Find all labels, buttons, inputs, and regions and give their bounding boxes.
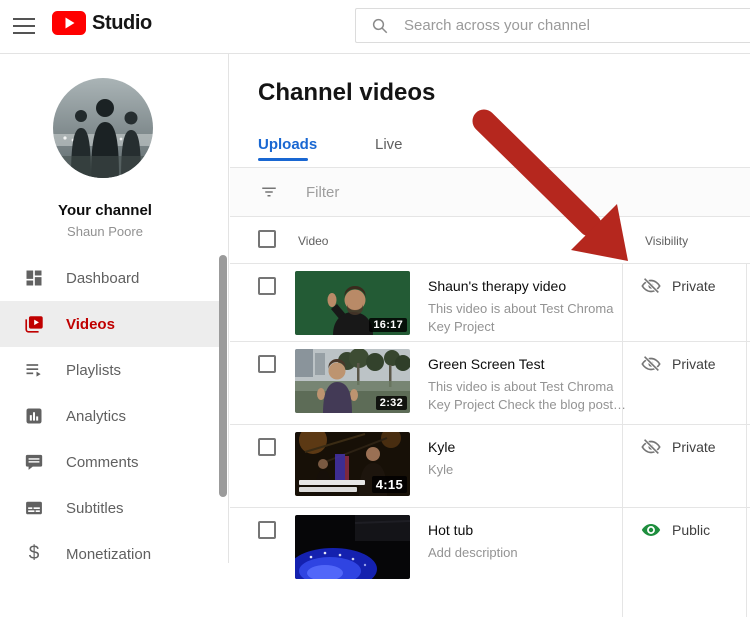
video-title[interactable]: Green Screen Test: [428, 356, 628, 372]
dashboard-icon: [22, 266, 46, 290]
comments-icon: [22, 450, 46, 474]
active-tab-underline: [258, 158, 308, 161]
column-header-visibility: Visibility: [645, 234, 689, 248]
sidebar-item-label: Playlists: [66, 361, 122, 379]
table-row: 16:17 Shaun's therapy video This video i…: [230, 263, 750, 341]
page-title: Channel videos: [258, 79, 436, 106]
main-content: Channel videos Uploads Live Video Visibi…: [230, 54, 750, 617]
eye-off-icon: [641, 437, 661, 456]
tab-uploads[interactable]: Uploads: [258, 136, 317, 153]
sidebar-item-analytics[interactable]: Analytics: [0, 393, 219, 439]
video-thumbnail-outdoors[interactable]: 2:32: [295, 349, 410, 413]
visibility-cell[interactable]: Private: [640, 436, 716, 458]
row-checkbox[interactable]: [258, 355, 276, 373]
sidebar-item-label: Subtitles: [66, 499, 124, 517]
video-title[interactable]: Hot tub: [428, 522, 628, 538]
filter-bar: [230, 168, 750, 216]
table-row: Hot tub Add description Public: [230, 507, 750, 617]
tab-live[interactable]: Live: [375, 136, 403, 153]
eye-off-icon: [641, 354, 661, 373]
row-checkbox[interactable]: [258, 521, 276, 539]
column-header-video: Video: [298, 234, 329, 248]
sidebar-item-playlists[interactable]: Playlists: [0, 347, 219, 393]
video-thumbnail-green-screen[interactable]: 16:17: [295, 271, 410, 335]
video-description: This video is about Test Chroma Key Proj…: [428, 379, 626, 412]
avatar-photo: [53, 78, 153, 178]
search-box[interactable]: [355, 8, 750, 43]
sidebar-item-comments[interactable]: Comments: [0, 439, 219, 485]
table-row: 2:32 Green Screen Test This video is abo…: [230, 341, 750, 424]
sidebar-item-label: Videos: [66, 315, 115, 333]
filter-icon[interactable]: [260, 183, 278, 201]
duration-badge: 2:32: [375, 396, 407, 410]
youtube-studio-logo[interactable]: Studio: [52, 11, 152, 35]
sidebar-item-label: Analytics: [66, 407, 127, 425]
row-checkbox[interactable]: [258, 438, 276, 456]
video-thumbnail-hot-tub[interactable]: [295, 515, 410, 579]
visibility-label: Private: [672, 439, 716, 455]
eye-off-icon: [641, 276, 661, 295]
filter-input[interactable]: [306, 183, 606, 201]
eye-public-icon: [641, 524, 661, 536]
search-icon: [372, 18, 388, 33]
videos-icon: [22, 312, 46, 336]
topbar: Studio: [0, 0, 750, 54]
sidebar-item-label: Monetization: [66, 545, 152, 563]
sidebar-item-subtitles[interactable]: Subtitles: [0, 485, 219, 531]
duration-badge: 16:17: [369, 318, 407, 332]
channel-owner-name: Shaun Poore: [67, 224, 143, 239]
youtube-play-icon: [52, 11, 86, 35]
channel-avatar[interactable]: [53, 78, 153, 178]
sidebar-scrollbar[interactable]: [219, 255, 227, 497]
sidebar-item-videos[interactable]: Videos: [0, 301, 219, 347]
analytics-icon: [22, 404, 46, 428]
visibility-label: Public: [672, 522, 711, 538]
video-description: Kyle: [428, 462, 454, 477]
search-input[interactable]: [404, 17, 750, 34]
visibility-cell[interactable]: Private: [640, 353, 716, 375]
sidebar-nav: Dashboard Videos Playlists Analytics Com…: [0, 255, 219, 577]
visibility-label: Private: [672, 356, 716, 372]
table-header: Video Visibility: [230, 216, 750, 263]
sidebar-item-label: Comments: [66, 453, 139, 471]
visibility-cell[interactable]: Public: [640, 519, 710, 541]
video-title[interactable]: Kyle: [428, 439, 628, 455]
row-checkbox[interactable]: [258, 277, 276, 295]
duration-badge: 4:15: [371, 476, 407, 493]
sidebar: Your channel Shaun Poore Dashboard Video…: [0, 54, 229, 564]
visibility-cell[interactable]: Private: [640, 275, 716, 297]
hamburger-menu-icon[interactable]: [13, 18, 35, 35]
channel-label: Your channel: [58, 202, 152, 219]
select-all-checkbox[interactable]: [258, 230, 276, 248]
video-title[interactable]: Shaun's therapy video: [428, 278, 628, 294]
table-row: 4:15 Kyle Kyle Private: [230, 424, 750, 507]
playlists-icon: [22, 358, 46, 382]
sidebar-item-label: Dashboard: [66, 269, 140, 287]
visibility-label: Private: [672, 278, 716, 294]
sidebar-item-monetization[interactable]: $ Monetization: [0, 531, 219, 577]
video-description: This video is about Test Chroma Key Proj…: [428, 301, 614, 334]
video-description: Add description: [428, 545, 518, 560]
monetization-icon: $: [28, 543, 40, 564]
subtitles-icon: [22, 496, 46, 520]
sidebar-item-dashboard[interactable]: Dashboard: [0, 255, 219, 301]
video-thumbnail-dark-scene[interactable]: 4:15: [295, 432, 410, 496]
logo-text: Studio: [92, 11, 152, 34]
